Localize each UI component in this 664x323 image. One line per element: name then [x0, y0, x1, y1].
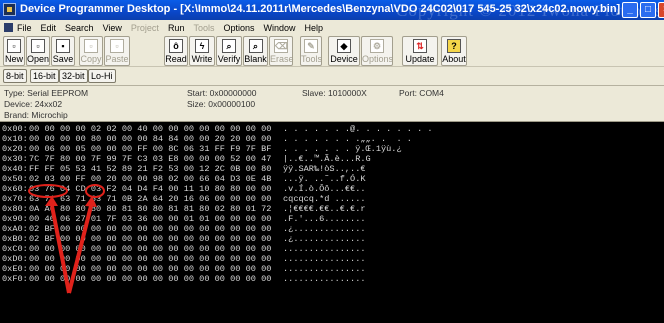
hex-row[interactable]: 0x40: FF FF 05 53 41 52 89 21 F2 53 00 12…	[0, 164, 664, 174]
menu-file[interactable]: File	[17, 23, 32, 33]
menu-search[interactable]: Search	[65, 23, 94, 33]
menu-tools[interactable]: Tools	[193, 23, 214, 33]
menu-view[interactable]: View	[103, 23, 122, 33]
device-name: Device: 24xx02	[4, 99, 63, 109]
verify-icon: ⌕	[222, 39, 236, 53]
new-button[interactable]: ▫ New	[3, 36, 25, 66]
update-button[interactable]: ⇅ Update	[402, 36, 438, 66]
write-button[interactable]: ϟ Write	[189, 36, 215, 66]
hex-row[interactable]: 0xD0: 00 00 00 00 00 00 00 00 00 00 00 00…	[0, 254, 664, 264]
copy-icon: ▫	[84, 39, 98, 53]
app-icon[interactable]	[3, 3, 16, 16]
options-button[interactable]: ⚙ Options	[361, 36, 393, 66]
mode-8bit-button[interactable]: 8-bit	[3, 69, 27, 83]
erase-icon: ⌫	[274, 39, 288, 53]
device-info-panel: Type: Serial EEPROM Device: 24xx02 Brand…	[0, 86, 664, 122]
hex-row[interactable]: 0xA0: 02 BF 00 00 00 00 00 00 00 00 00 00…	[0, 224, 664, 234]
hex-row[interactable]: 0x00: 00 00 00 00 02 02 00 40 00 00 00 00…	[0, 124, 664, 134]
verify-button[interactable]: ⌕ Verify	[216, 36, 242, 66]
memory-size: Size: 0x00000100	[187, 99, 256, 109]
close-button[interactable]: ×	[658, 2, 664, 18]
hex-row[interactable]: 0x20: 00 06 00 05 00 00 00 FF 00 8C 06 31…	[0, 144, 664, 154]
start-address: Start: 0x00000000	[187, 88, 257, 98]
device-icon: ◆	[337, 39, 351, 53]
options-icon: ⚙	[370, 39, 384, 53]
write-icon: ϟ	[195, 39, 209, 53]
blank-button[interactable]: ⌕ Blank	[243, 36, 268, 66]
hex-row[interactable]: 0x70: 63 71 63 71 63 71 0B 2A 64 20 16 06…	[0, 194, 664, 204]
hex-row[interactable]: 0x60: 03 76 04 CD 03 F2 04 D4 F4 00 11 10…	[0, 184, 664, 194]
menu-options[interactable]: Options	[223, 23, 254, 33]
tools-button[interactable]: ✎ Tools	[300, 36, 322, 66]
menu-run[interactable]: Run	[168, 23, 185, 33]
about-icon: ?	[447, 39, 461, 53]
paste-icon: ▫	[110, 39, 124, 53]
tools-icon: ✎	[304, 39, 318, 53]
toolbar: ▫ New ▫ Open ▪ Save ▫ Copy ▫ Paste ô Rea…	[0, 35, 664, 67]
hex-row[interactable]: 0xE0: 00 00 00 00 00 00 00 00 00 00 00 00…	[0, 264, 664, 274]
data-width-bar: 8-bit 16-bit 32-bit Lo-Hi	[0, 67, 664, 86]
paste-button[interactable]: ▫ Paste	[104, 36, 130, 66]
hex-row[interactable]: 0x30: 7C 7F 80 00 7F 99 7F C3 03 E8 00 00…	[0, 154, 664, 164]
menu-help[interactable]: Help	[305, 23, 324, 33]
device-brand: Brand: Microchip	[4, 110, 68, 120]
hex-editor[interactable]: 0x00: 00 00 00 00 02 02 00 40 00 00 00 00…	[0, 122, 664, 323]
hex-row[interactable]: 0x90: 00 46 06 27 01 7F 03 36 00 00 01 01…	[0, 214, 664, 224]
save-button[interactable]: ▪ Save	[51, 36, 75, 66]
mode-16bit-button[interactable]: 16-bit	[30, 69, 59, 83]
lo-hi-button[interactable]: Lo-Hi	[88, 69, 116, 83]
open-button[interactable]: ▫ Open	[26, 36, 50, 66]
maximize-button[interactable]: □	[640, 2, 656, 18]
port: Port: COM4	[399, 88, 444, 98]
hex-row[interactable]: 0x50: 02 03 00 FF 00 20 00 00 98 02 00 66…	[0, 174, 664, 184]
hex-row[interactable]: 0xF0: 00 00 00 00 00 00 00 00 00 00 00 00…	[0, 274, 664, 284]
minimize-button[interactable]: _	[622, 2, 638, 18]
about-button[interactable]: ? About	[441, 36, 467, 66]
update-icon: ⇅	[413, 39, 427, 53]
slave-address: Slave: 1010000X	[302, 88, 367, 98]
menu-bar: File Edit Search View Project Run Tools …	[0, 20, 664, 35]
open-folder-icon: ▫	[31, 39, 45, 53]
hex-row[interactable]: 0xC0: 00 00 00 00 00 00 00 00 00 00 00 00…	[0, 244, 664, 254]
device-type: Type: Serial EEPROM	[4, 88, 89, 98]
read-button[interactable]: ô Read	[164, 36, 188, 66]
hex-row[interactable]: 0x10: 00 00 00 00 80 00 00 00 84 84 00 00…	[0, 134, 664, 144]
hex-row[interactable]: 0xB0: 02 BF 00 00 00 00 00 00 00 00 00 00…	[0, 234, 664, 244]
menu-edit[interactable]: Edit	[41, 23, 57, 33]
document-icon[interactable]	[4, 23, 13, 32]
copy-button[interactable]: ▫ Copy	[79, 36, 103, 66]
read-chip-icon: ô	[169, 39, 183, 53]
mode-32bit-button[interactable]: 32-bit	[59, 69, 88, 83]
blank-check-icon: ⌕	[248, 39, 263, 53]
hex-row[interactable]: 0x80: 0A A6 80 80 80 80 81 80 80 81 81 80…	[0, 204, 664, 214]
new-file-icon: ▫	[7, 39, 21, 53]
menu-project[interactable]: Project	[131, 23, 159, 33]
save-disk-icon: ▪	[56, 39, 70, 53]
erase-button[interactable]: ⌫ Erase	[269, 36, 294, 66]
menu-window[interactable]: Window	[264, 23, 296, 33]
title-bar: Device Programmer Desktop - [X:\Immo\24.…	[0, 0, 664, 20]
device-button[interactable]: ◆ Device	[328, 36, 360, 66]
